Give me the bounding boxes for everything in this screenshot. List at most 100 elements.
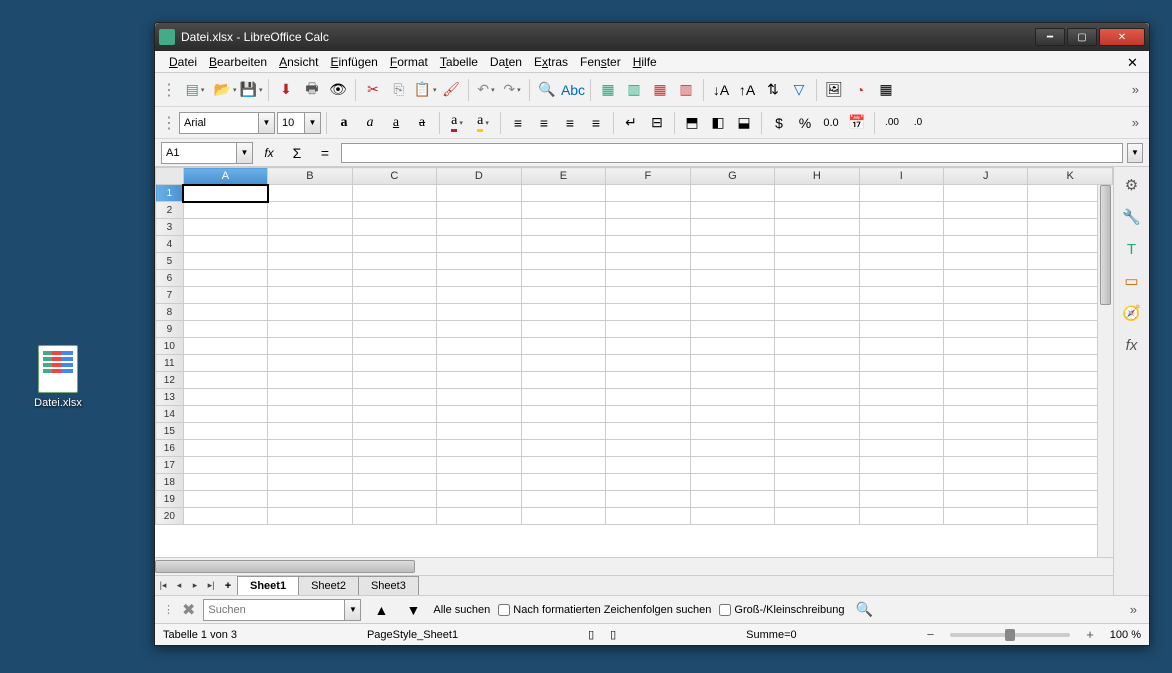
checkbox[interactable] xyxy=(719,604,731,616)
cell-B12[interactable] xyxy=(268,372,352,389)
vertical-scrollbar[interactable] xyxy=(1097,185,1113,557)
cell-C16[interactable] xyxy=(352,440,437,457)
cell-D11[interactable] xyxy=(437,355,522,372)
row-header[interactable]: 4 xyxy=(156,236,184,253)
cell-F15[interactable] xyxy=(606,423,690,440)
row-header[interactable]: 17 xyxy=(156,457,184,474)
cell-A5[interactable] xyxy=(183,253,267,270)
menu-datei[interactable]: Datei xyxy=(163,53,203,71)
cell-D7[interactable] xyxy=(437,287,522,304)
cell-D16[interactable] xyxy=(437,440,522,457)
row-header[interactable]: 9 xyxy=(156,321,184,338)
cell-A12[interactable] xyxy=(183,372,267,389)
cell-E7[interactable] xyxy=(521,287,605,304)
cell-E3[interactable] xyxy=(521,219,605,236)
cell-B14[interactable] xyxy=(268,406,352,423)
column-header[interactable]: B xyxy=(268,168,352,185)
delete-column-button[interactable]: ▥ xyxy=(674,78,698,102)
cell-G17[interactable] xyxy=(690,457,775,474)
cell-J5[interactable] xyxy=(944,253,1028,270)
cell-B2[interactable] xyxy=(268,202,352,219)
cell-I2[interactable] xyxy=(859,202,943,219)
cell-F7[interactable] xyxy=(606,287,690,304)
cell-I4[interactable] xyxy=(859,236,943,253)
row-header[interactable]: 1 xyxy=(156,185,184,202)
cell-B11[interactable] xyxy=(268,355,352,372)
cell-H7[interactable] xyxy=(775,287,860,304)
cell-B18[interactable] xyxy=(268,474,352,491)
zoom-slider[interactable] xyxy=(950,633,1070,637)
menu-einfuegen[interactable]: Einfügen xyxy=(324,53,383,71)
align-left-button[interactable]: ≡ xyxy=(506,111,530,135)
cell-B8[interactable] xyxy=(268,304,352,321)
cell-B7[interactable] xyxy=(268,287,352,304)
menu-extras[interactable]: Extras xyxy=(528,53,574,71)
cell-A19[interactable] xyxy=(183,491,267,508)
cell-G3[interactable] xyxy=(690,219,775,236)
cell-B16[interactable] xyxy=(268,440,352,457)
strikethrough-button[interactable]: a xyxy=(410,111,434,135)
cell-B5[interactable] xyxy=(268,253,352,270)
percent-button[interactable]: % xyxy=(793,111,817,135)
toolbar-overflow-button[interactable]: » xyxy=(1128,82,1143,97)
menu-fenster[interactable]: Fenster xyxy=(574,53,627,71)
tab-nav-prev[interactable]: ◂ xyxy=(171,576,187,595)
sidebar-navigator-icon[interactable]: 🧭 xyxy=(1120,301,1144,325)
cell-E20[interactable] xyxy=(521,508,605,525)
cell-H17[interactable] xyxy=(775,457,860,474)
cell-A10[interactable] xyxy=(183,338,267,355)
cell-C3[interactable] xyxy=(352,219,437,236)
cell-E15[interactable] xyxy=(521,423,605,440)
insert-image-button[interactable]: 🖼 xyxy=(822,78,846,102)
row-header[interactable]: 8 xyxy=(156,304,184,321)
cell-C10[interactable] xyxy=(352,338,437,355)
row-header[interactable]: 14 xyxy=(156,406,184,423)
cell-A16[interactable] xyxy=(183,440,267,457)
cell-C6[interactable] xyxy=(352,270,437,287)
close-document-button[interactable]: ✕ xyxy=(1127,55,1141,69)
find-combo[interactable]: ▼ xyxy=(203,599,361,621)
cell-G15[interactable] xyxy=(690,423,775,440)
cell-J15[interactable] xyxy=(944,423,1028,440)
print-button[interactable]: 🖶 xyxy=(300,78,324,102)
column-header[interactable]: J xyxy=(944,168,1028,185)
cell-H19[interactable] xyxy=(775,491,860,508)
align-middle-button[interactable]: ◧ xyxy=(706,111,730,135)
cell-C17[interactable] xyxy=(352,457,437,474)
cell-J11[interactable] xyxy=(944,355,1028,372)
cell-I11[interactable] xyxy=(859,355,943,372)
copy-button[interactable]: ⎘ xyxy=(387,78,411,102)
number-format-button[interactable]: 0.0 xyxy=(819,111,843,135)
cell-H20[interactable] xyxy=(775,508,860,525)
cell-E13[interactable] xyxy=(521,389,605,406)
row-header[interactable]: 5 xyxy=(156,253,184,270)
find-formatted-checkbox[interactable]: Nach formatierten Zeichenfolgen suchen xyxy=(498,604,711,616)
cell-I20[interactable] xyxy=(859,508,943,525)
cell-I17[interactable] xyxy=(859,457,943,474)
zoom-in-button[interactable]: + xyxy=(1086,627,1094,642)
cell-J3[interactable] xyxy=(944,219,1028,236)
cell-F18[interactable] xyxy=(606,474,690,491)
checkbox[interactable] xyxy=(498,604,510,616)
cell-G11[interactable] xyxy=(690,355,775,372)
tab-nav-last[interactable]: ▸| xyxy=(203,576,219,595)
scrollbar-thumb[interactable] xyxy=(1100,185,1111,305)
cell-I6[interactable] xyxy=(859,270,943,287)
remove-decimal-button[interactable]: .0 xyxy=(906,111,930,135)
cell-J6[interactable] xyxy=(944,270,1028,287)
cell-J1[interactable] xyxy=(944,185,1028,202)
cell-C5[interactable] xyxy=(352,253,437,270)
cell-F20[interactable] xyxy=(606,508,690,525)
cell-C19[interactable] xyxy=(352,491,437,508)
cell-A7[interactable] xyxy=(183,287,267,304)
cell-D12[interactable] xyxy=(437,372,522,389)
cell-H2[interactable] xyxy=(775,202,860,219)
cell-D17[interactable] xyxy=(437,457,522,474)
align-right-button[interactable]: ≡ xyxy=(558,111,582,135)
insert-row-button[interactable]: ▦ xyxy=(596,78,620,102)
horizontal-scrollbar[interactable] xyxy=(155,557,1113,575)
formula-input[interactable] xyxy=(342,144,1122,162)
cell-E17[interactable] xyxy=(521,457,605,474)
bold-button[interactable]: a xyxy=(332,111,356,135)
font-color-button[interactable]: a xyxy=(445,111,469,135)
